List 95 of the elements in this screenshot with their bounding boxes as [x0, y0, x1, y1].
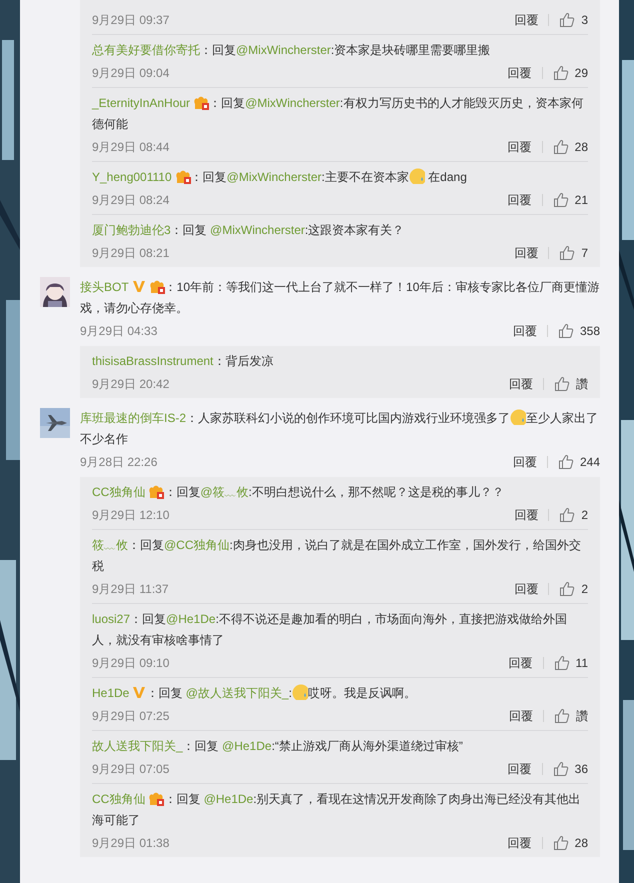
like-count: 358: [580, 322, 600, 340]
emoji-icon: [408, 168, 425, 184]
thumbs-up-icon: [552, 834, 569, 850]
username-link[interactable]: He1De: [92, 686, 130, 700]
comment-text: 厦门鲍勃迪伦3：回复 @MixWincherster:这跟资本家有关？: [92, 222, 406, 239]
timestamp: 9月29日 09:37: [92, 12, 170, 28]
thumbs-up-icon: [552, 64, 569, 80]
timestamp: 9月29日 09:04: [92, 64, 170, 82]
username-link[interactable]: thisisaBrassInstrument: [92, 354, 214, 368]
timestamp: 9月29日 01:38: [92, 834, 170, 852]
thumbs-up-icon: [559, 580, 576, 596]
mention-link[interactable]: @MixWincherster: [236, 43, 331, 57]
timestamp: 9月29日 07:05: [92, 760, 170, 778]
like-count: 36: [574, 760, 588, 778]
username-link[interactable]: 厦门鲍勃迪伦3: [92, 223, 171, 237]
mention-link[interactable]: @故人送我下阳关_: [186, 686, 289, 700]
thumbs-up-icon: [552, 138, 569, 154]
thumbs-up-icon: [554, 654, 570, 670]
mention-link[interactable]: @He1De: [222, 739, 272, 753]
emoji-icon: [292, 684, 308, 700]
username-link[interactable]: 筱﹏攸: [92, 538, 128, 552]
like-count: 244: [580, 454, 600, 470]
thumbs-up-icon: [558, 454, 574, 470]
timestamp: 9月29日 07:25: [92, 708, 170, 724]
mention-link[interactable]: @筱﹏攸: [200, 485, 249, 499]
comment-text: CC独角仙 ：回复@筱﹏攸:不明白想说什么，那不然呢？这是税的事儿？？: [92, 483, 505, 501]
like-count: 讚: [576, 376, 588, 392]
username-link[interactable]: 库班最速的倒车IS-2: [80, 411, 186, 425]
thumbs-up-icon: [559, 244, 576, 260]
comment-text: 接头BOT ：10年前：等我们这一代上台了就不一样了！10年后：审核专家比各位厂商更懂游戏，请勿心存侥幸。: [80, 278, 600, 317]
like-count: 7: [581, 244, 588, 262]
like-count: 29: [574, 64, 588, 82]
comment-text: CC独角仙 ：回复 @He1De:别天真了，看现在这情况开发商除了肉身出海已经没有其他出海可能了: [92, 790, 582, 829]
comment-text: _EternityInAnHour ：回复@MixWincherster:有权力写历史书的人才能毁灭历史，资本家何德何能: [92, 94, 584, 133]
thumbs-up-icon: [552, 760, 569, 776]
reply-link[interactable]: 回覆: [509, 374, 533, 392]
like-count: 28: [574, 138, 588, 156]
username-link[interactable]: 故人送我下阳关_: [92, 739, 183, 753]
comment-text: 故人送我下阳关_：回复 @He1De:“禁止游戏厂商从海外渠道绕过审核”: [92, 738, 464, 755]
username-link[interactable]: luosi27: [92, 612, 130, 626]
timestamp: 9月29日 20:42: [92, 376, 170, 392]
mention-link[interactable]: @He1De: [166, 612, 216, 626]
username-link[interactable]: CC独角仙: [92, 792, 146, 806]
timestamp: 9月29日 12:10: [92, 506, 170, 524]
timestamp: 9月29日 09:10: [92, 654, 170, 672]
thumbs-up-icon: [559, 12, 576, 28]
timestamp: 9月29日 11:37: [92, 580, 168, 598]
comment-text: He1De ：回复 @故人送我下阳关_: 哎呀。我是反讽啊。: [92, 683, 417, 702]
like-count: 28: [574, 834, 588, 852]
reply-link[interactable]: 回覆: [508, 834, 532, 852]
thumbs-up-icon: [554, 708, 570, 724]
reply-link[interactable]: 回覆: [514, 580, 538, 598]
like-count: 讚: [576, 708, 588, 724]
timestamp: 9月29日 08:21: [92, 244, 170, 262]
timestamp: 9月29日 04:33: [80, 322, 158, 340]
reply-link[interactable]: 回覆: [512, 452, 537, 470]
reply-link[interactable]: 回覆: [514, 244, 538, 262]
comment-text: luosi27：回复@He1De:不得不说还是趣加看的明白，市场面向海外，直接把游戏做给外国人，就没有审核啥事情了: [92, 611, 568, 649]
thumbs-up-icon: [552, 192, 569, 208]
comment-text: Y_heng001110 ：回复@MixWincherster:主要不在资本家 在dang: [92, 167, 468, 186]
reply-link[interactable]: 回覆: [514, 506, 538, 524]
reply-link[interactable]: 回覆: [509, 706, 533, 724]
like-count: 2: [581, 580, 588, 598]
mention-link[interactable]: @MixWincherster: [226, 170, 322, 184]
username-link[interactable]: _EternityInAnHour: [92, 96, 190, 110]
mention-link[interactable]: @MixWincherster: [245, 96, 340, 110]
reply-link[interactable]: 回覆: [508, 64, 532, 82]
reply-link[interactable]: 回覆: [514, 10, 538, 28]
username-link[interactable]: 接头BOT: [80, 280, 129, 294]
username-link[interactable]: Y_heng001110: [92, 170, 172, 184]
username-link[interactable]: 总有美好要借你寄托: [92, 43, 200, 57]
comment-text: thisisaBrassInstrument：背后发凉: [92, 353, 274, 370]
timestamp: 9月28日 22:26: [80, 454, 158, 470]
like-count: 2: [581, 506, 588, 524]
comment-text: 筱﹏攸：回复@CC独角仙:肉身也没用，说白了就是在国外成立工作室，国外发行，给国外交税: [92, 537, 582, 575]
username-link[interactable]: CC独角仙: [92, 485, 146, 499]
reply-link[interactable]: 回覆: [508, 654, 533, 672]
comment-text: 总有美好要借你寄托：回复@MixWincherster:资本家是块砖哪里需要哪里搬: [92, 42, 492, 59]
reply-link[interactable]: 回覆: [512, 322, 537, 340]
emoji-icon: [510, 409, 526, 425]
timestamp: 9月29日 08:24: [92, 192, 170, 208]
reply-link[interactable]: 回覆: [508, 190, 532, 208]
like-count: 21: [574, 192, 588, 208]
thumbs-up-icon: [554, 376, 570, 392]
like-count: 3: [581, 12, 588, 28]
thumbs-up-icon: [558, 322, 574, 338]
timestamp: 9月29日 08:44: [92, 138, 170, 156]
like-count: 11: [576, 654, 588, 672]
mention-link[interactable]: @MixWincherster: [210, 223, 305, 237]
reply-link[interactable]: 回覆: [508, 760, 532, 778]
comment-text: 库班最速的倒车IS-2：人家苏联科幻小说的创作环境可比国内游戏行业环境强多了 至少人家出了不少名作: [80, 408, 600, 448]
reply-link[interactable]: 回覆: [508, 138, 532, 156]
thumbs-up-icon: [559, 506, 576, 522]
mention-link[interactable]: @CC独角仙: [164, 538, 230, 552]
mention-link[interactable]: @He1De: [204, 792, 254, 806]
